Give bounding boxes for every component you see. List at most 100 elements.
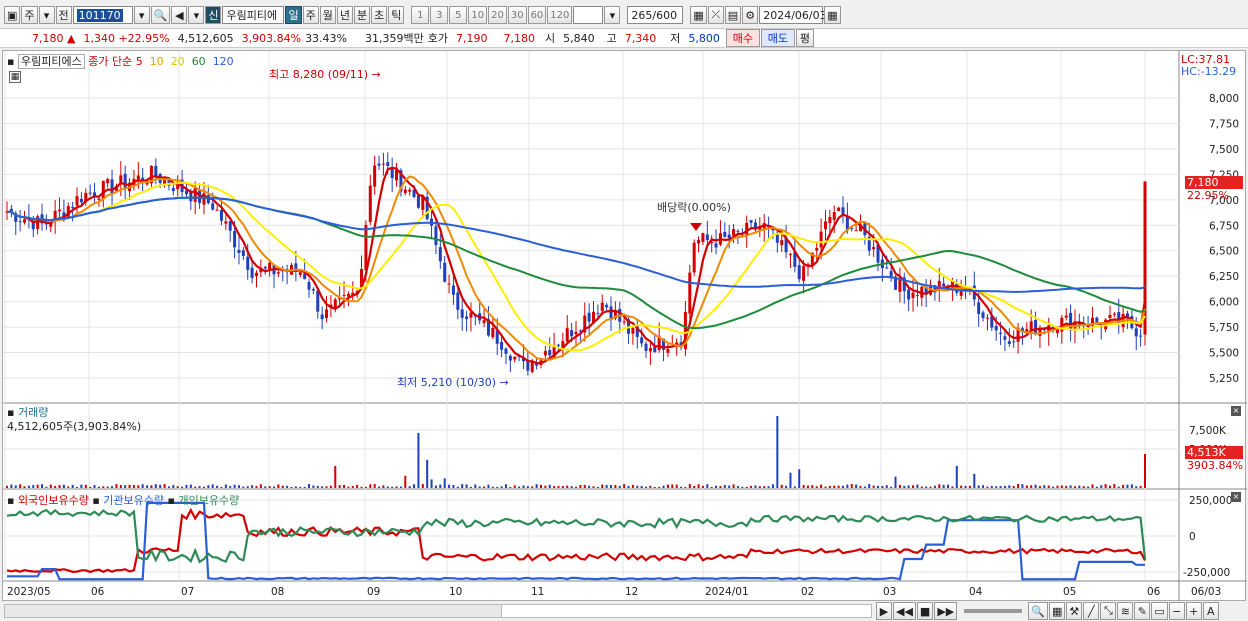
candle-body — [898, 278, 902, 292]
search-icon[interactable]: 🔍 — [150, 6, 171, 24]
chart-window-icon[interactable]: ▣ — [4, 6, 21, 24]
chart-area[interactable]: 8,0007,7507,5007,2507,0006,7506,5006,250… — [2, 50, 1247, 602]
volume-bar — [137, 485, 140, 488]
interval-dropdown-icon[interactable]: ▾ — [604, 6, 621, 24]
volume-bar — [54, 485, 57, 488]
period-week-button[interactable]: 주 — [302, 6, 319, 24]
volume-bar — [259, 484, 262, 488]
scrollbar-thumb[interactable] — [501, 605, 871, 617]
font-size-icon[interactable]: A — [1202, 602, 1219, 620]
zoom-slider[interactable] — [964, 609, 1023, 613]
period-day-button[interactable]: 일 — [285, 6, 302, 24]
open-label: 시 — [545, 32, 556, 45]
count-input[interactable]: 265/600 — [627, 6, 684, 24]
volume-bar — [448, 484, 451, 488]
price-change: 1,340 +22.95% — [83, 32, 169, 45]
volume-bar — [758, 486, 761, 488]
close-icon[interactable]: × — [1231, 406, 1241, 416]
table-toggle-icon[interactable]: ▦ — [9, 71, 21, 83]
volume-bar — [277, 484, 280, 488]
volume-bar — [211, 484, 214, 488]
interval-10-button[interactable]: 10 — [468, 6, 488, 24]
gear-icon[interactable]: ⚙ — [742, 6, 759, 24]
volume-bar — [1117, 486, 1120, 488]
candle-body — [600, 302, 604, 312]
fast-forward-icon[interactable]: ▶▶ — [934, 602, 958, 620]
calendar-icon[interactable]: ▦ — [824, 6, 841, 24]
volume-bar — [986, 486, 989, 488]
volume-bar — [1038, 486, 1041, 488]
low-note: 최저 5,210 (10/30) → — [397, 374, 509, 390]
grid-view-icon[interactable]: ▦ — [1048, 602, 1066, 620]
legend-ma5: 5 — [135, 55, 143, 68]
period-tick-button[interactable]: 틱 — [388, 6, 405, 24]
scope-select[interactable]: 전 — [55, 6, 72, 24]
volume-bar — [1052, 486, 1055, 488]
scroll-right-icon[interactable]: ▶ — [876, 602, 892, 620]
draw-line-icon[interactable]: ╱ — [1083, 602, 1100, 620]
stock-name-field[interactable]: 우림피티에 — [222, 6, 285, 24]
interval-1-button[interactable]: 1 — [411, 6, 430, 24]
candle-body — [788, 254, 792, 256]
interval-custom-input[interactable] — [573, 6, 604, 24]
search-icon[interactable]: 🔍 — [1028, 602, 1048, 620]
candle-body — [854, 230, 858, 232]
interval-3-button[interactable]: 3 — [430, 6, 449, 24]
volume-bar — [308, 484, 311, 488]
scrollbar-track[interactable] — [4, 604, 872, 618]
code-dropdown-icon[interactable]: ▾ — [133, 6, 150, 24]
save-icon[interactable]: ▤ — [724, 6, 742, 24]
interval-120-button[interactable]: 120 — [547, 6, 573, 24]
tools-icon[interactable]: ⚒ — [1066, 602, 1083, 620]
foreign-legend: 외국인보유수량 — [17, 494, 89, 507]
volume-bar — [548, 484, 551, 488]
price-tick-label: 6,750 — [1209, 220, 1239, 232]
volume-bar — [907, 485, 910, 488]
volume-bar — [150, 485, 153, 488]
evaluate-button[interactable]: 평 — [795, 29, 814, 47]
pencil-icon[interactable]: ✎ — [1134, 602, 1151, 620]
speaker-icon[interactable]: ◀ — [171, 6, 188, 24]
sell-button[interactable]: 매도 — [760, 29, 795, 47]
draw-channel-icon[interactable]: ≋ — [1117, 602, 1134, 620]
period-year-button[interactable]: 년 — [336, 6, 353, 24]
candle-body — [994, 325, 998, 331]
ruler-icon[interactable]: ▭ — [1151, 602, 1168, 620]
grid-tool-icon[interactable]: ▦ — [690, 6, 707, 24]
volume-bar — [93, 485, 96, 488]
volume-bar — [912, 485, 915, 488]
rewind-icon[interactable]: ◀◀ — [893, 602, 916, 620]
volume-bar — [146, 485, 149, 488]
period-type-dropdown-icon[interactable]: ▾ — [38, 6, 55, 24]
period-minute-button[interactable]: 분 — [353, 6, 371, 24]
quote-row: 7,180 ▲ 1,340 +22.95% 4,512,605 3,903.84… — [0, 28, 1248, 48]
zoom-in-icon[interactable]: + — [1185, 602, 1202, 620]
close-icon[interactable]: × — [1231, 492, 1241, 502]
candle-body — [1034, 320, 1038, 335]
interval-60-button[interactable]: 60 — [527, 6, 547, 24]
speaker-dropdown-icon[interactable]: ▾ — [188, 6, 205, 24]
volume-bar — [1095, 486, 1098, 488]
date-input[interactable]: 2024/06/03 — [759, 6, 827, 24]
volume-bar — [982, 485, 985, 488]
interval-20-button[interactable]: 20 — [488, 6, 507, 24]
crosshair-icon[interactable]: ⤫ — [707, 6, 724, 24]
volume-bar — [868, 484, 871, 488]
stock-code-input[interactable]: 101170 — [72, 6, 133, 24]
x-tick-label: 07 — [181, 586, 194, 598]
volume-bar — [942, 484, 945, 488]
draw-trend-icon[interactable]: ⤡ — [1100, 602, 1117, 620]
candle-body — [697, 239, 701, 244]
interval-5-button[interactable]: 5 — [449, 6, 468, 24]
volume-bar — [246, 486, 249, 488]
period-second-button[interactable]: 초 — [371, 6, 388, 24]
interval-30-button[interactable]: 30 — [507, 6, 527, 24]
buy-button[interactable]: 매수 — [725, 29, 760, 47]
period-type-select[interactable]: 주 — [21, 6, 38, 24]
volume-bar — [347, 486, 350, 488]
period-month-button[interactable]: 월 — [319, 6, 336, 24]
candle-body — [268, 262, 272, 270]
zoom-out-icon[interactable]: − — [1168, 602, 1185, 620]
volume-bar — [824, 486, 827, 488]
stop-icon[interactable]: ■ — [916, 602, 934, 620]
